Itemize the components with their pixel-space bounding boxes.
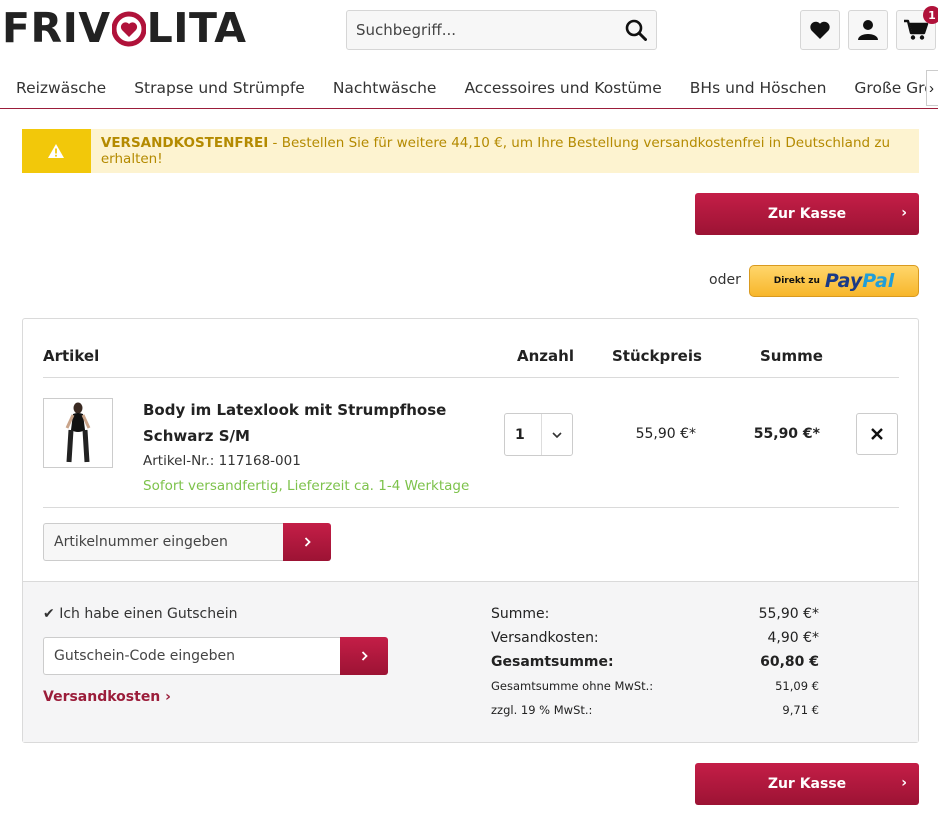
header-article: Artikel <box>43 347 100 365</box>
logo-heart-icon <box>111 8 147 48</box>
product-name[interactable]: Body im Latexlook mit Strumpfhose Schwar… <box>143 397 473 449</box>
cart-table: Artikel Anzahl Stückpreis Summe Body im … <box>22 318 919 743</box>
checkout-button-top[interactable]: Zur Kasse › <box>695 193 919 235</box>
summary-value: 4,90 €* <box>767 630 819 646</box>
chevron-right-icon <box>361 651 368 661</box>
heart-icon <box>810 21 830 39</box>
search-bar <box>346 10 657 50</box>
paypal-logo-pal: Pal <box>862 270 895 292</box>
line-total: 55,90 €* <box>753 426 820 442</box>
quantity-select[interactable]: 1 <box>504 413 573 456</box>
summary-label: Versandkosten: <box>491 630 599 646</box>
alert-text: VERSANDKOSTENFREI - Bestellen Sie für we… <box>91 135 919 167</box>
summary-value: 55,90 €* <box>758 606 819 622</box>
logo-text-end: LITA <box>146 4 247 52</box>
voucher-field <box>43 637 341 675</box>
header-unit-price: Stückpreis <box>612 347 702 365</box>
checkout-label: Zur Kasse <box>767 776 847 792</box>
voucher-label: Ich habe einen Gutschein <box>59 606 238 622</box>
cart-icon <box>904 19 929 40</box>
chevron-right-icon: › <box>165 689 171 705</box>
nav-item-accessoires[interactable]: Accessoires und Kostüme <box>464 79 661 97</box>
unit-price: 55,90 €* <box>635 426 696 442</box>
paypal-express-button[interactable]: Direkt zu PayPal <box>749 265 919 297</box>
summary-value: 51,09 € <box>775 679 819 693</box>
paypal-logo: PayPal <box>825 270 894 292</box>
nav-item-nachtwaesche[interactable]: Nachtwäsche <box>333 79 437 97</box>
close-icon <box>871 428 883 440</box>
paypal-prefix: Direkt zu <box>773 276 820 286</box>
alert-strong: VERSANDKOSTENFREI <box>100 135 269 151</box>
divider <box>43 377 899 378</box>
checkout-label: Zur Kasse <box>767 206 847 222</box>
cart-button[interactable]: 1 <box>896 6 938 50</box>
product-stock-status: Sofort versandfertig, Lieferzeit ca. 1-4… <box>143 478 470 494</box>
search-input[interactable] <box>347 21 616 39</box>
logo-text-start: FRIV <box>2 4 111 52</box>
wishlist-button[interactable] <box>800 10 840 50</box>
article-number-input[interactable] <box>44 534 283 550</box>
summary-value: 60,80 € <box>760 654 819 670</box>
summary-label: Summe: <box>491 606 550 622</box>
apply-voucher-button[interactable] <box>340 637 388 675</box>
shipping-costs-link[interactable]: Versandkosten › <box>43 689 171 705</box>
warning-icon <box>22 129 91 173</box>
nav-item-strapse[interactable]: Strapse und Strümpfe <box>134 79 305 97</box>
logo[interactable]: FRIV LITA <box>2 4 247 52</box>
article-number-field <box>43 523 283 561</box>
main-navigation: Reizwäsche Strapse und Strümpfe Nachtwäs… <box>0 67 938 109</box>
account-button[interactable] <box>848 10 888 50</box>
chevron-right-icon: › <box>901 775 907 791</box>
checkout-button-bottom[interactable]: Zur Kasse › <box>695 763 919 805</box>
summary-label: Gesamtsumme ohne MwSt.: <box>491 679 654 693</box>
header-quantity: Anzahl <box>517 347 574 365</box>
quantity-value: 1 <box>505 414 542 455</box>
divider <box>43 507 899 508</box>
summary-label: Gesamtsumme: <box>491 654 614 670</box>
paypal-logo-pay: Pay <box>824 270 863 292</box>
header-total: Summe <box>760 347 823 365</box>
add-article-button[interactable] <box>283 523 331 561</box>
remove-item-button[interactable] <box>856 413 898 455</box>
summary-label: zzgl. 19 % MwSt.: <box>491 703 593 717</box>
chevron-right-icon <box>304 537 311 547</box>
chevron-right-icon: › <box>901 205 907 221</box>
product-article-number: Artikel-Nr.: 117168-001 <box>143 453 301 469</box>
or-label: oder <box>709 272 741 288</box>
user-icon <box>858 20 878 40</box>
nav-scroll-right-icon[interactable]: › <box>926 70 938 106</box>
free-shipping-alert: VERSANDKOSTENFREI - Bestellen Sie für we… <box>22 129 919 173</box>
voucher-checkbox[interactable]: ✔ Ich habe einen Gutschein <box>43 606 238 622</box>
nav-item-bhs[interactable]: BHs und Höschen <box>690 79 827 97</box>
cart-count-badge: 1 <box>923 6 938 24</box>
product-image[interactable] <box>43 398 113 468</box>
nav-item-reizwaesche[interactable]: Reizwäsche <box>16 79 106 97</box>
voucher-code-input[interactable] <box>44 648 341 664</box>
checkmark-icon: ✔ <box>43 606 55 622</box>
chevron-down-icon <box>542 414 572 455</box>
shipping-costs-label: Versandkosten <box>43 689 161 705</box>
cart-summary: ✔ Ich habe einen Gutschein Versandkosten… <box>23 581 918 742</box>
summary-value: 9,71 € <box>782 703 819 717</box>
search-icon[interactable] <box>616 11 656 49</box>
